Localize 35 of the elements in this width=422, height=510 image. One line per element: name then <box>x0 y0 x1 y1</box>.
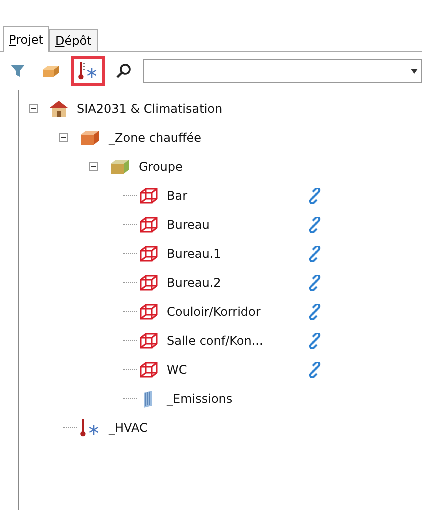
tree-item[interactable]: Bar <box>167 188 188 202</box>
tree-item[interactable]: _HVAC <box>109 420 148 434</box>
tree-item[interactable]: Couloir/Korridor <box>167 304 261 318</box>
tree-item[interactable]: Bureau <box>167 218 210 232</box>
group-icon <box>109 158 131 175</box>
cube-icon <box>139 274 159 290</box>
tree-item[interactable]: SIA2031 & Climatisation <box>77 102 223 116</box>
tree-item[interactable]: Bureau.2 <box>167 276 222 290</box>
tree-item[interactable]: WC <box>167 362 188 376</box>
tree-item[interactable]: Bureau.1 <box>167 246 222 260</box>
tab[interactable]: Projet <box>3 26 50 52</box>
collapse-toggle[interactable] <box>89 162 98 171</box>
cube-icon <box>139 332 159 348</box>
filter-icon <box>10 63 26 79</box>
collapse-toggle[interactable] <box>29 104 38 113</box>
thermometer-icon <box>79 418 101 438</box>
tree-item[interactable]: Groupe <box>139 160 183 174</box>
thermometer-icon <box>77 61 99 81</box>
thermometer-button[interactable] <box>71 56 105 86</box>
house-icon <box>49 100 69 118</box>
tree-item[interactable]: Salle conf/Kon... <box>167 334 264 348</box>
cube-icon <box>139 216 159 232</box>
cube-icon <box>139 246 159 262</box>
box-icon <box>42 64 60 78</box>
search-icon <box>116 63 132 79</box>
search-field[interactable] <box>143 59 422 83</box>
collapse-toggle[interactable] <box>59 133 68 142</box>
tab[interactable]: Dépôt <box>49 29 98 51</box>
tree-item[interactable]: _Zone chauffée <box>109 130 202 144</box>
tree-item[interactable]: _Emissions <box>167 392 233 406</box>
zone-icon <box>79 129 101 146</box>
cube-icon <box>139 188 159 204</box>
cube-icon <box>139 362 159 378</box>
caret-icon <box>411 68 418 74</box>
cube-icon <box>139 304 159 320</box>
